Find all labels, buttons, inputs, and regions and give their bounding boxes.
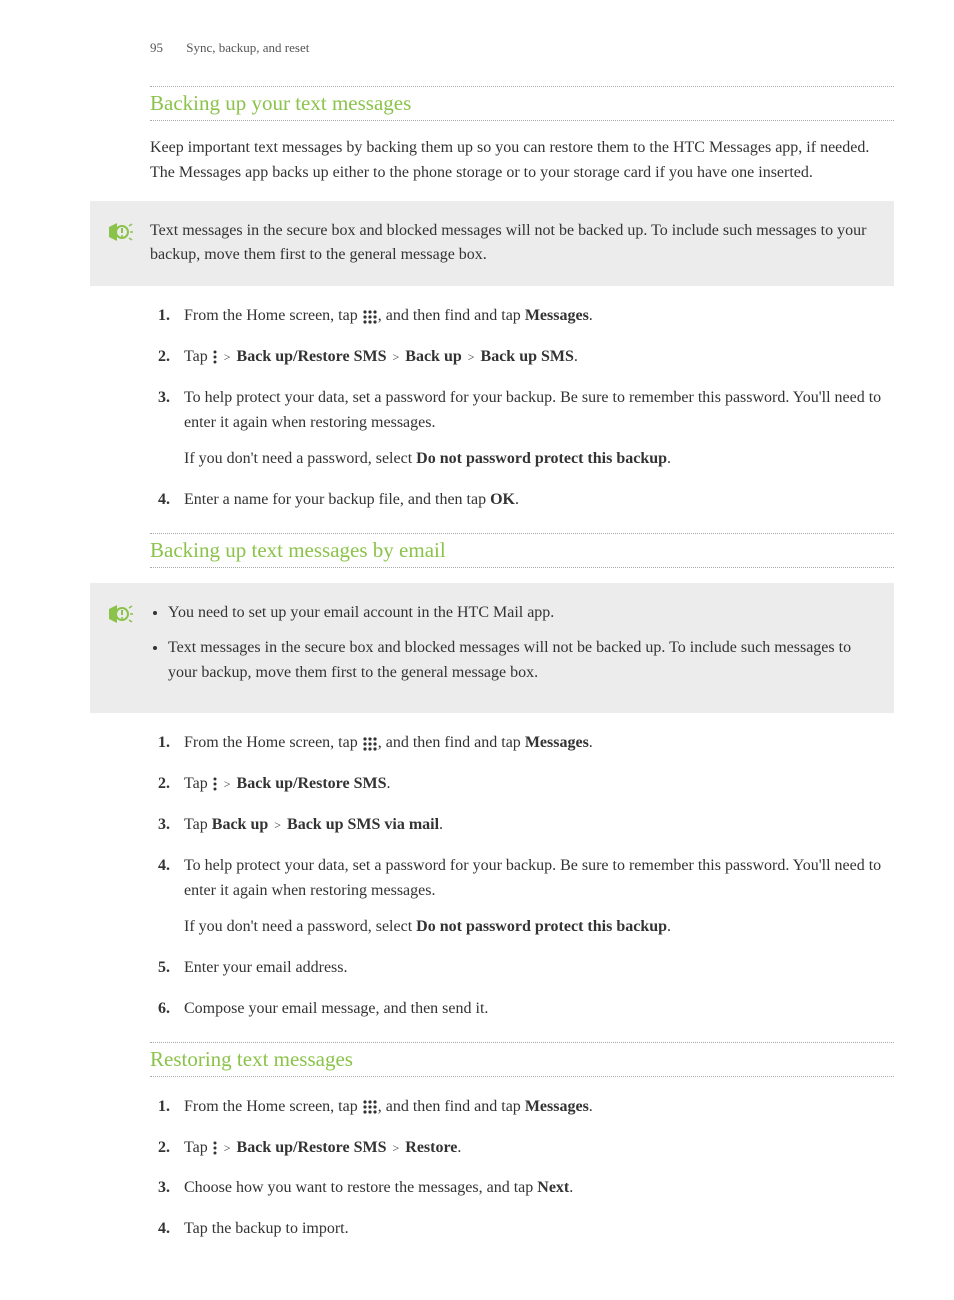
important-icon xyxy=(90,601,150,625)
note-box: You need to set up your email account in… xyxy=(90,583,894,713)
overflow-menu-icon xyxy=(212,776,218,792)
step-item: Tap the backup to import. xyxy=(174,1217,894,1242)
step-item: From the Home screen, tap , and then fin… xyxy=(174,1095,894,1120)
section-backup-by-email: Backing up text messages by email xyxy=(150,533,894,1022)
apps-grid-icon xyxy=(362,1099,378,1115)
step-item: From the Home screen, tap , and then fin… xyxy=(174,304,894,329)
intro-paragraph: Keep important text messages by backing … xyxy=(150,136,894,186)
step-item: Choose how you want to restore the messa… xyxy=(174,1176,894,1201)
steps-list: From the Home screen, tap , and then fin… xyxy=(150,304,894,513)
chevron-icon: > xyxy=(466,350,477,364)
chevron-icon: > xyxy=(390,350,401,364)
step-item: From the Home screen, tap , and then fin… xyxy=(174,731,894,756)
apps-grid-icon xyxy=(362,736,378,752)
section-restoring-sms: Restoring text messages From the Home sc… xyxy=(150,1042,894,1242)
overflow-menu-icon xyxy=(212,1140,218,1156)
step-item: To help protect your data, set a passwor… xyxy=(174,854,894,940)
chapter-title: Sync, backup, and reset xyxy=(186,40,309,55)
note-bullet: You need to set up your email account in… xyxy=(168,601,876,626)
important-icon xyxy=(90,219,150,243)
note-text: Text messages in the secure box and bloc… xyxy=(150,219,876,269)
step-item: Tap > Back up/Restore SMS. xyxy=(174,772,894,797)
steps-list: From the Home screen, tap , and then fin… xyxy=(150,731,894,1021)
apps-grid-icon xyxy=(362,309,378,325)
page-number: 95 xyxy=(150,40,163,56)
section-heading: Backing up your text messages xyxy=(150,86,894,121)
step-item: Compose your email message, and then sen… xyxy=(174,997,894,1022)
chevron-icon: > xyxy=(222,350,233,364)
overflow-menu-icon xyxy=(212,349,218,365)
section-heading: Backing up text messages by email xyxy=(150,533,894,568)
page-header: 95 Sync, backup, and reset xyxy=(150,40,894,56)
step-item: To help protect your data, set a passwor… xyxy=(174,386,894,472)
note-text: You need to set up your email account in… xyxy=(150,601,876,695)
section-backing-up-sms: Backing up your text messages Keep impor… xyxy=(150,86,894,513)
note-bullet: Text messages in the secure box and bloc… xyxy=(168,636,876,686)
chevron-icon: > xyxy=(222,777,233,791)
chevron-icon: > xyxy=(222,1141,233,1155)
step-sub-text: If you don't need a password, select Do … xyxy=(184,915,894,940)
steps-list: From the Home screen, tap , and then fin… xyxy=(150,1095,894,1242)
step-item: Tap Back up > Back up SMS via mail. xyxy=(174,813,894,838)
note-box: Text messages in the secure box and bloc… xyxy=(90,201,894,287)
step-sub-text: If you don't need a password, select Do … xyxy=(184,447,894,472)
chevron-icon: > xyxy=(272,818,283,832)
section-heading: Restoring text messages xyxy=(150,1042,894,1077)
step-item: Tap > Back up/Restore SMS > Restore. xyxy=(174,1136,894,1161)
chevron-icon: > xyxy=(390,1141,401,1155)
step-item: Tap > Back up/Restore SMS > Back up > Ba… xyxy=(174,345,894,370)
step-item: Enter your email address. xyxy=(174,956,894,981)
step-item: Enter a name for your backup file, and t… xyxy=(174,488,894,513)
document-page: 95 Sync, backup, and reset Backing up yo… xyxy=(0,0,954,1300)
